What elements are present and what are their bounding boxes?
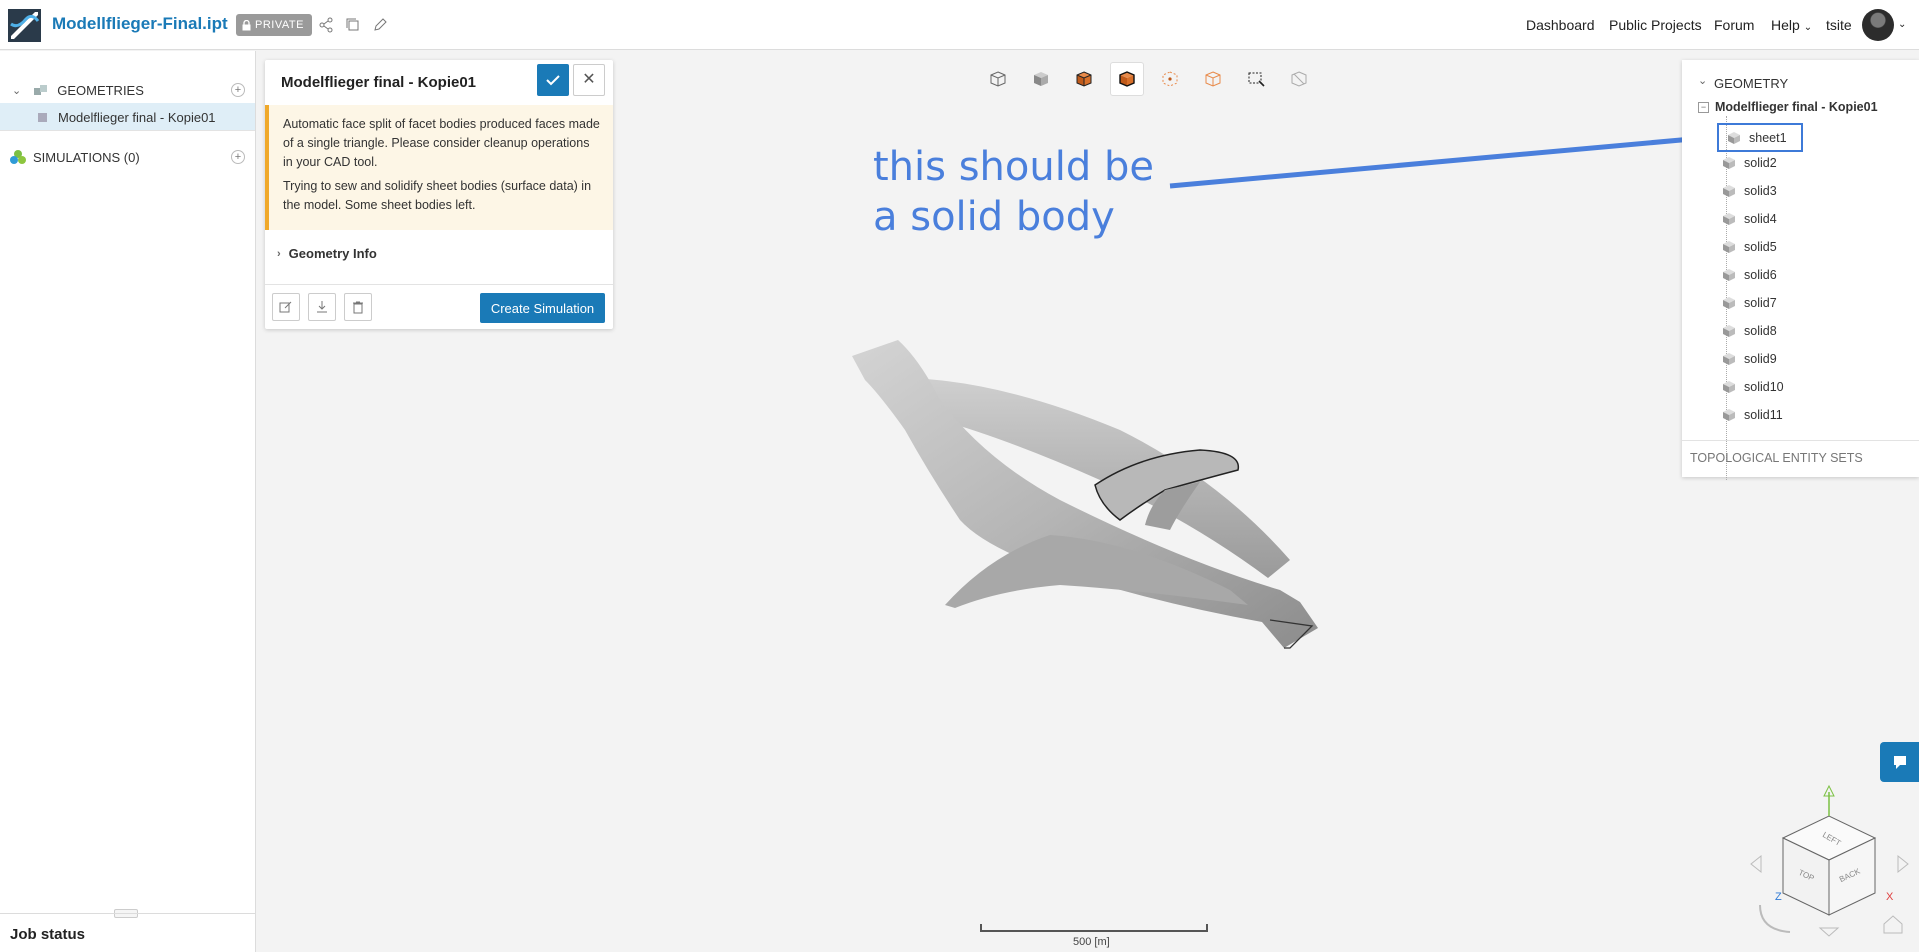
body-item-solid2[interactable]: solid2 [1722, 151, 1777, 175]
axis-x-label: X [1886, 891, 1894, 903]
body-item-solid7[interactable]: solid7 [1722, 291, 1777, 315]
chat-icon [1894, 756, 1906, 769]
body-item-label: solid7 [1744, 296, 1777, 310]
scale-label: 500 [m] [1073, 936, 1110, 948]
chevron-down-icon[interactable]: ⌄ [1698, 74, 1707, 87]
body-cube-icon [1723, 157, 1735, 169]
annotation-text: this should be a solid body [873, 142, 1154, 242]
orbit-icon[interactable] [1759, 904, 1791, 933]
rotate-left-icon[interactable] [1750, 854, 1762, 874]
body-cube-icon [1723, 269, 1735, 281]
home-view-icon[interactable] [1883, 915, 1903, 934]
body-cube-icon [1723, 353, 1735, 365]
rotate-right-icon[interactable] [1897, 854, 1909, 874]
scale-bar [980, 924, 1208, 932]
body-item-label: solid10 [1744, 380, 1784, 394]
chat-button[interactable] [1880, 742, 1919, 782]
body-item-solid4[interactable]: solid4 [1722, 207, 1777, 231]
collapse-icon[interactable]: − [1698, 101, 1709, 113]
body-item-solid3[interactable]: solid3 [1722, 179, 1777, 203]
body-item-label: solid9 [1744, 352, 1777, 366]
axis-z-label: Z [1775, 891, 1782, 903]
annotation-line-1: this should be [873, 144, 1154, 190]
body-item-label: solid6 [1744, 268, 1777, 282]
topological-entity-sets[interactable]: TOPOLOGICAL ENTITY SETS [1690, 451, 1863, 465]
body-cube-icon [1723, 297, 1735, 309]
view-cube[interactable]: LEFT TOP BACK Z X [1750, 784, 1909, 937]
body-cube-icon [1728, 131, 1740, 144]
body-item-solid6[interactable]: solid6 [1722, 263, 1777, 287]
body-item-solid5[interactable]: solid5 [1722, 235, 1777, 259]
annotation-line-2: a solid body [873, 194, 1115, 240]
body-item-solid9[interactable]: solid9 [1722, 347, 1777, 371]
body-item-label: solid8 [1744, 324, 1777, 338]
body-item-solid11[interactable]: solid11 [1722, 403, 1783, 427]
geometry-tree-panel: ⌄ GEOMETRY − Modelflieger final - Kopie0… [1682, 60, 1919, 480]
geometry-panel-title: GEOMETRY [1714, 76, 1789, 91]
body-item-label: solid2 [1744, 156, 1777, 170]
divider [1682, 440, 1919, 441]
annotation-arrow [1169, 125, 1718, 189]
body-item-label: solid3 [1744, 184, 1777, 198]
airplane-model[interactable] [852, 340, 1318, 649]
geometry-root-label: Modelflieger final - Kopie01 [1715, 100, 1878, 114]
body-cube-icon [1723, 213, 1735, 225]
body-cube-icon [1723, 185, 1735, 197]
body-item-label: solid4 [1744, 212, 1777, 226]
body-item-solid10[interactable]: solid10 [1722, 375, 1784, 399]
body-cube-icon [1723, 325, 1735, 337]
body-item-label: sheet1 [1749, 130, 1787, 145]
body-item-label: solid5 [1744, 240, 1777, 254]
body-cube-icon [1723, 381, 1735, 393]
geometry-root[interactable]: − Modelflieger final - Kopie01 [1698, 100, 1878, 114]
body-cube-icon [1723, 241, 1735, 253]
body-item-sheet1[interactable]: sheet1 [1717, 123, 1803, 152]
rotate-down-icon[interactable] [1818, 927, 1840, 937]
body-cube-icon [1723, 409, 1735, 421]
body-item-label: solid11 [1744, 408, 1783, 422]
body-item-solid8[interactable]: solid8 [1722, 319, 1777, 343]
